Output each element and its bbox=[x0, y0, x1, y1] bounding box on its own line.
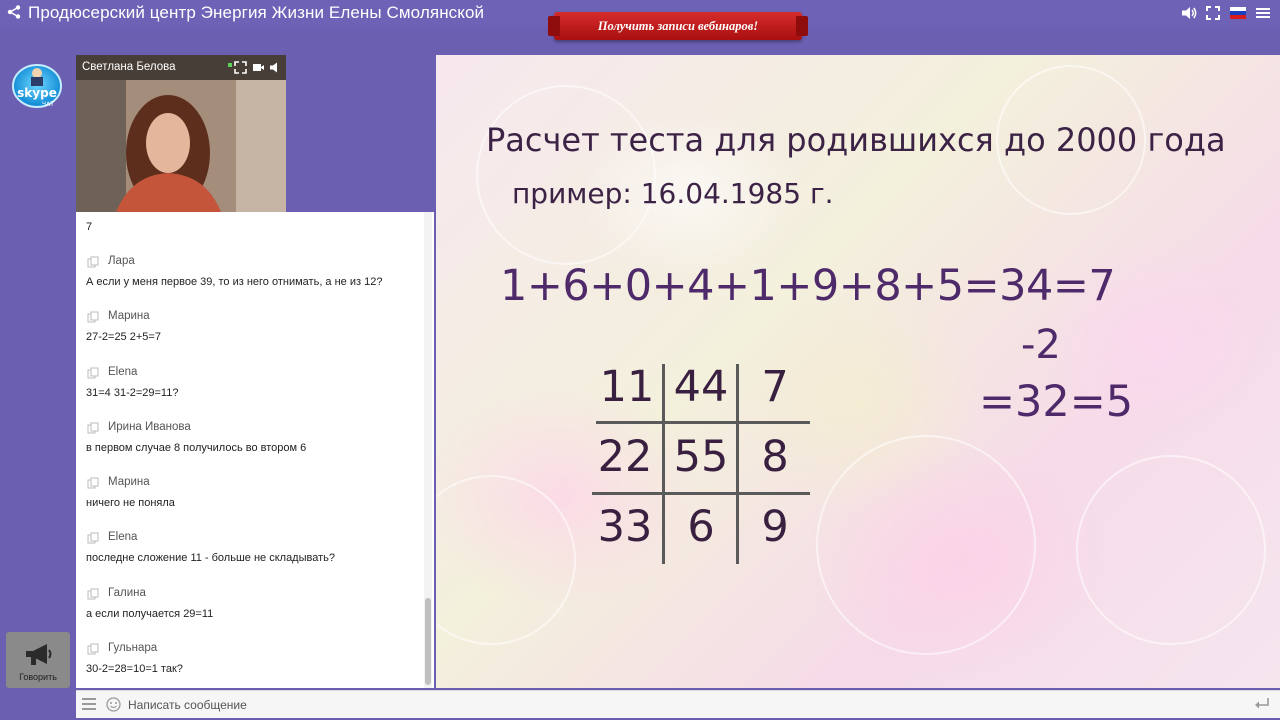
chat-message: Марина 27-2=25 2+5=7 bbox=[86, 302, 421, 357]
grid-line bbox=[596, 421, 810, 424]
chat-author: Галина bbox=[108, 586, 146, 599]
copy-icon bbox=[87, 311, 99, 323]
slide-result: =32=5 bbox=[979, 377, 1134, 427]
copy-icon bbox=[87, 256, 99, 268]
copy-icon bbox=[87, 532, 99, 544]
slide-example: пример: 16.04.1985 г. bbox=[512, 177, 834, 210]
speak-label: Говорить bbox=[19, 672, 57, 682]
hamburger-icon[interactable] bbox=[82, 698, 96, 710]
smiley-icon[interactable] bbox=[106, 697, 121, 712]
video-header: Светлана Белова bbox=[76, 55, 286, 80]
slide-formula: 1+6+0+4+1+9+8+5=34=7 bbox=[500, 261, 1116, 311]
chat-message: Галина а если получается 29=11 bbox=[86, 579, 421, 634]
presenter-name: Светлана Белова bbox=[82, 61, 176, 73]
chat-messages[interactable]: 7 Лара А если у меня первое 39, то из не… bbox=[76, 212, 421, 688]
copy-icon bbox=[87, 422, 99, 434]
grid-cell: 44 bbox=[673, 362, 729, 412]
chat-message-text: в первом случае 8 получилось во втором 6 bbox=[86, 441, 307, 454]
grid-cell: 22 bbox=[597, 432, 653, 482]
chat-message-text: а если получается 29=11 bbox=[86, 607, 214, 620]
fullscreen-icon[interactable] bbox=[1204, 4, 1222, 22]
skype-sublabel: ЧАТ bbox=[42, 101, 54, 108]
slide-title: Расчет теста для родившихся до 2000 года bbox=[486, 121, 1226, 159]
get-recordings-button[interactable]: Получить записи вебинаров! bbox=[548, 12, 808, 40]
chat-author: Лара bbox=[108, 255, 135, 267]
chat-scroll-thumb[interactable] bbox=[425, 598, 431, 685]
chat-panel: 7 Лара А если у меня первое 39, то из не… bbox=[76, 212, 434, 688]
chat-author: Elena bbox=[108, 531, 138, 544]
skype-label: skype bbox=[17, 86, 57, 100]
grid-cell: 11 bbox=[599, 362, 655, 412]
slide-minus: -2 bbox=[1021, 322, 1061, 368]
chat-author: Elena bbox=[108, 365, 138, 378]
chat-message-text: 27-2=25 2+5=7 bbox=[86, 331, 161, 344]
chat-author: Гульнара bbox=[108, 642, 158, 655]
chat-scrollbar[interactable] bbox=[424, 212, 432, 688]
chat-message-text: А если у меня первое 39, то из него отни… bbox=[86, 276, 383, 288]
bokeh-decoration bbox=[476, 85, 656, 265]
chat-message: Elena 31=4 31-2=29=11? bbox=[86, 358, 421, 413]
chat-message: Elena последне сложение 11 - больше не с… bbox=[86, 523, 421, 578]
chat-message: Ирина Иванова в первом случае 8 получило… bbox=[86, 413, 421, 468]
presentation-slide: Расчет теста для родившихся до 2000 года… bbox=[436, 55, 1280, 688]
app-title: Продюсерский центр Энергия Жизни Елены С… bbox=[28, 3, 485, 22]
bokeh-decoration bbox=[816, 435, 1036, 655]
skype-chat-icon[interactable]: skype ЧАТ bbox=[8, 60, 66, 112]
volume-icon[interactable] bbox=[1180, 4, 1198, 22]
copy-icon bbox=[87, 643, 99, 655]
grid-cell: 33 bbox=[597, 502, 653, 552]
chat-message-text: 31=4 31-2=29=11? bbox=[86, 386, 179, 399]
chat-message-text: последне сложение 11 - больше не складыв… bbox=[86, 552, 335, 565]
chat-message-text: ничего не поняла bbox=[86, 497, 175, 510]
chat-author: Марина bbox=[108, 310, 150, 323]
chat-message: Гульнара 30-2=28=10=1 так? bbox=[86, 634, 421, 688]
megaphone-icon bbox=[26, 644, 52, 665]
speaker-icon[interactable] bbox=[269, 61, 282, 74]
grid-cell: 55 bbox=[673, 432, 729, 482]
expand-icon[interactable] bbox=[234, 61, 247, 74]
camera-icon[interactable] bbox=[252, 61, 265, 74]
number-grid: 11 44 7 22 55 8 33 6 9 bbox=[592, 362, 812, 572]
chat-message: Лара А если у меня первое 39, то из него… bbox=[86, 247, 421, 302]
enter-icon[interactable] bbox=[1254, 697, 1270, 711]
copy-icon bbox=[87, 367, 99, 379]
chat-message: Марина ничего не поняла bbox=[86, 468, 421, 523]
russian-flag-icon[interactable] bbox=[1229, 4, 1247, 22]
chat-author: Ирина Иванова bbox=[108, 420, 191, 433]
bokeh-decoration bbox=[436, 475, 576, 645]
chat-message-text: 30-2=28=10=1 так? bbox=[86, 663, 183, 676]
grid-cell: 6 bbox=[687, 502, 715, 552]
chat-author: Марина bbox=[108, 476, 150, 489]
chat-message-text: 7 bbox=[86, 221, 93, 233]
copy-icon bbox=[87, 588, 99, 600]
presenter-video: Светлана Белова bbox=[76, 55, 286, 212]
grid-cell: 8 bbox=[761, 432, 789, 482]
copy-icon bbox=[87, 477, 99, 489]
message-input[interactable] bbox=[128, 695, 1208, 715]
grid-cell: 9 bbox=[761, 502, 789, 552]
menu-icon[interactable] bbox=[1254, 4, 1272, 22]
grid-cell: 7 bbox=[761, 362, 789, 412]
grid-line bbox=[592, 492, 810, 495]
bokeh-decoration bbox=[1076, 455, 1266, 645]
share-icon[interactable] bbox=[6, 4, 22, 20]
message-input-bar bbox=[76, 690, 1280, 718]
speak-button[interactable]: Говорить bbox=[6, 632, 70, 688]
